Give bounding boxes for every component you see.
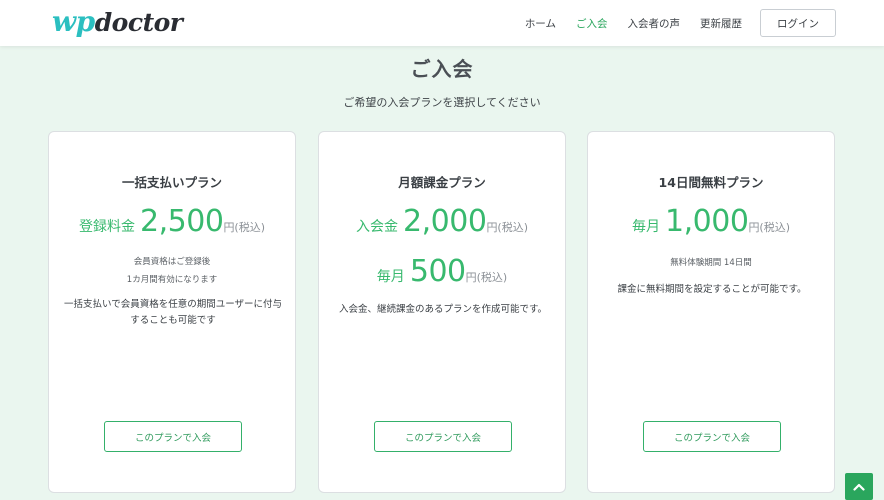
page-subtitle: ご希望の入会プランを選択してください xyxy=(343,96,541,109)
plan-card-lump-sum: 一括支払いプラン 登録料金 2,500円(税込) 会員資格はご登録後 1カ月間有… xyxy=(48,131,296,493)
logo-doctor: doctor xyxy=(94,8,183,37)
nav-item-voices[interactable]: 入会者の声 xyxy=(628,16,681,31)
main-nav: ホーム ご入会 入会者の声 更新履歴 ログイン xyxy=(505,9,836,37)
plan-description: 課金に無料期間を設定することが可能です。 xyxy=(617,284,807,295)
plan-price: 毎月 1,000円(税込) xyxy=(588,204,834,239)
plan-title: 14日間無料プラン xyxy=(658,175,764,190)
logo-wp: wp xyxy=(52,5,95,38)
price-unit: 円(税込) xyxy=(465,271,508,284)
price-label: 入会金 xyxy=(355,219,398,235)
price-label: 登録料金 xyxy=(78,219,135,235)
plan-description: 一括支払いで会員資格を任意の期間ユーザーに付与することも可能です xyxy=(63,299,283,326)
price-amount: 2,000 xyxy=(403,204,487,239)
plan-card-free-trial: 14日間無料プラン 毎月 1,000円(税込) 無料体験期間 14日間 課金に無… xyxy=(587,131,835,493)
plan-note: 会員資格はご登録後 xyxy=(133,257,211,267)
plan-note: 無料体験期間 14日間 xyxy=(670,258,752,268)
nav-item-join[interactable]: ご入会 xyxy=(576,16,608,31)
price-label: 毎月 xyxy=(376,269,405,285)
plan-note: 1カ月間有効になります xyxy=(126,275,218,285)
price-unit: 円(税込) xyxy=(223,221,266,234)
select-plan-button[interactable]: このプランで入会 xyxy=(104,421,242,452)
price-unit: 円(税込) xyxy=(748,221,791,234)
plan-price-monthly: 毎月 500円(税込) xyxy=(319,254,565,289)
chevron-up-icon xyxy=(853,483,865,491)
site-header: wpdoctor ホーム ご入会 入会者の声 更新履歴 ログイン xyxy=(0,0,884,46)
price-label: 毎月 xyxy=(631,219,660,235)
plan-price: 登録料金 2,500円(税込) xyxy=(49,204,295,239)
price-amount: 1,000 xyxy=(665,204,749,239)
select-plan-button[interactable]: このプランで入会 xyxy=(643,421,781,452)
nav-item-home[interactable]: ホーム xyxy=(525,16,556,31)
price-unit: 円(税込) xyxy=(486,221,529,234)
scroll-top-button[interactable] xyxy=(845,473,873,500)
plan-title: 一括支払いプラン xyxy=(121,175,222,190)
price-amount: 500 xyxy=(409,254,466,289)
site-logo[interactable]: wpdoctor xyxy=(52,5,183,38)
plan-description: 入会金、継続課金のあるプランを作成可能です。 xyxy=(338,304,548,315)
select-plan-button[interactable]: このプランで入会 xyxy=(374,421,512,452)
page-title: ご入会 xyxy=(410,57,474,81)
login-button[interactable]: ログイン xyxy=(760,9,836,37)
nav-item-changelog[interactable]: 更新履歴 xyxy=(700,16,742,31)
plan-title: 月額課金プラン xyxy=(398,175,486,190)
price-amount: 2,500 xyxy=(140,204,224,239)
plan-price: 入会金 2,000円(税込) xyxy=(319,204,565,239)
plan-card-monthly: 月額課金プラン 入会金 2,000円(税込) 毎月 500円(税込) 入会金、継… xyxy=(318,131,566,493)
